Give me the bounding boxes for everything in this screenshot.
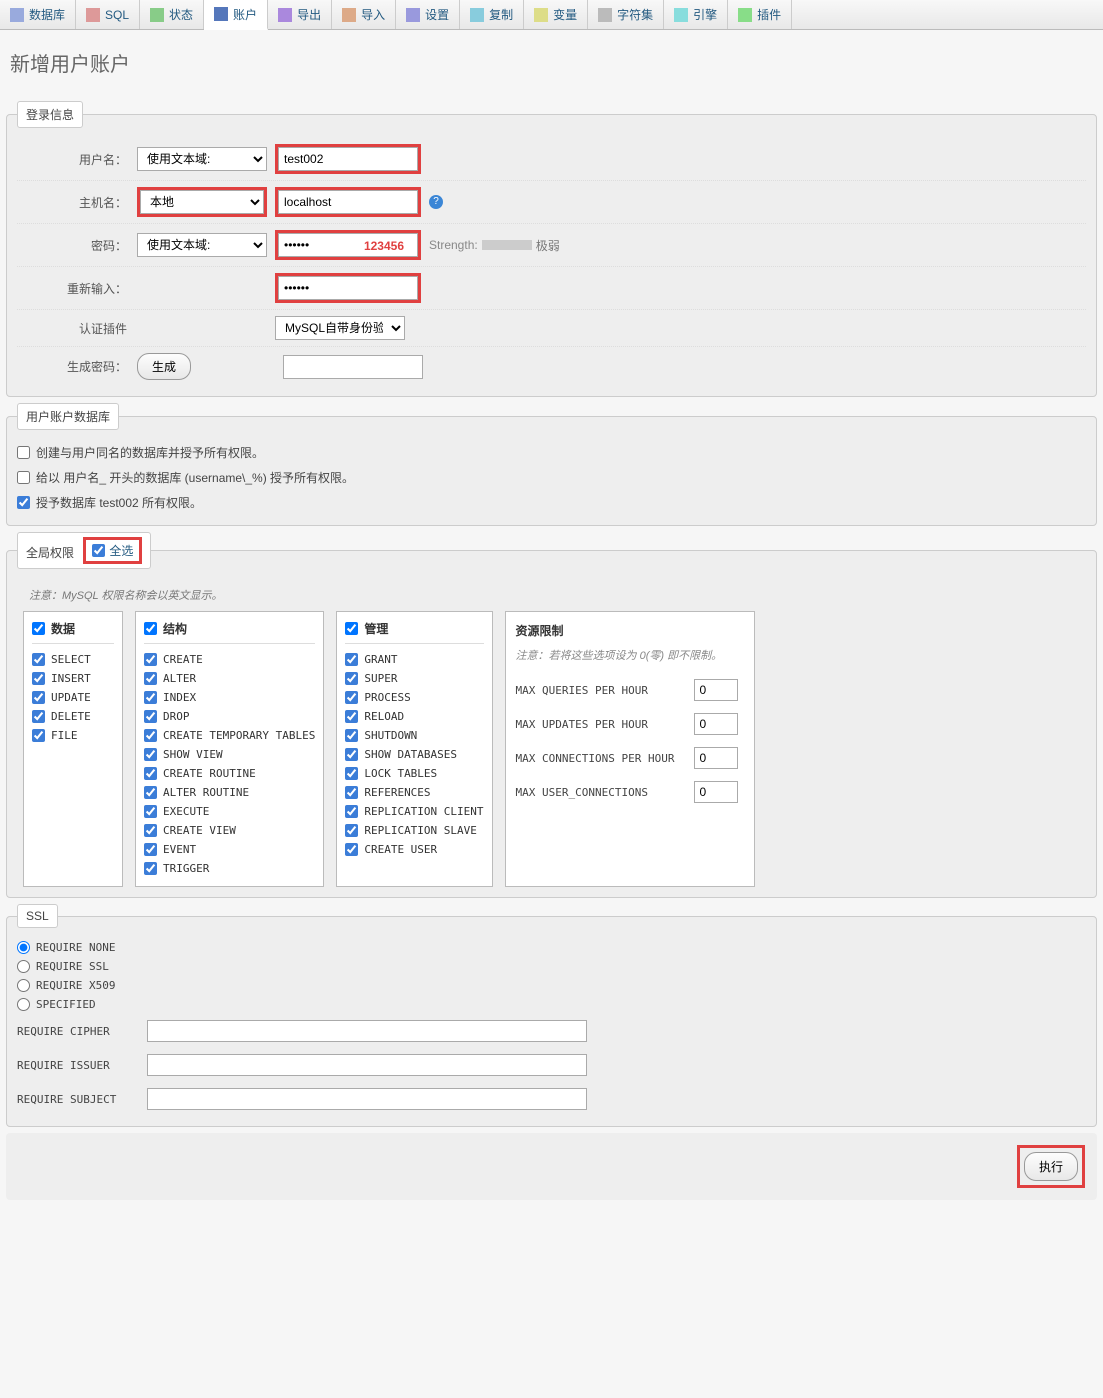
exec-highlight: 执行	[1017, 1145, 1085, 1188]
username-input[interactable]	[278, 147, 418, 171]
priv-execute[interactable]: EXECUTE	[144, 802, 315, 821]
priv-grant[interactable]: GRANT	[345, 650, 483, 669]
priv-lock-tables[interactable]: LOCK TABLES	[345, 764, 483, 783]
priv-index[interactable]: INDEX	[144, 688, 315, 707]
db-opt1[interactable]: 创建与用户同名的数据库并授予所有权限。	[17, 440, 1086, 465]
priv-alter[interactable]: ALTER	[144, 669, 315, 688]
ssl-radio-3[interactable]: SPECIFIED	[17, 995, 1086, 1014]
password-mode-select[interactable]: 使用文本域:	[137, 233, 267, 257]
tab-账户[interactable]: 账户	[204, 0, 268, 30]
priv-update[interactable]: UPDATE	[32, 688, 114, 707]
db-opt2[interactable]: 给以 用户名_ 开头的数据库 (username\_%) 授予所有权限。	[17, 465, 1086, 490]
priv-select[interactable]: SELECT	[32, 650, 114, 669]
ssl-radio-1[interactable]: REQUIRE SSL	[17, 957, 1086, 976]
top-tabs: 数据库SQL状态账户导出导入设置复制变量字符集引擎插件	[0, 0, 1103, 30]
priv-create-temporary-tables[interactable]: CREATE TEMPORARY TABLES	[144, 726, 315, 745]
host-label: 主机名：	[17, 194, 137, 211]
tab-状态[interactable]: 状态	[140, 0, 204, 29]
password-label: 密码：	[17, 237, 137, 254]
priv-references[interactable]: REFERENCES	[345, 783, 483, 802]
ssl-fieldset: SSL REQUIRE NONEREQUIRE SSLREQUIRE X509S…	[6, 904, 1097, 1127]
auth-select[interactable]: MySQL自带身份验证	[275, 316, 405, 340]
priv-show-view[interactable]: SHOW VIEW	[144, 745, 315, 764]
db-legend: 用户账户数据库	[17, 403, 119, 430]
priv-note: 注意：MySQL 权限名称会以英文显示。	[17, 579, 1086, 611]
login-legend: 登录信息	[17, 101, 83, 128]
priv-replication-client[interactable]: REPLICATION CLIENT	[345, 802, 483, 821]
ssl-require-cipher: REQUIRE CIPHER	[17, 1014, 1086, 1048]
ssl-require-subject: REQUIRE SUBJECT	[17, 1082, 1086, 1116]
priv-process[interactable]: PROCESS	[345, 688, 483, 707]
page-title: 新增用户账户	[0, 30, 1103, 95]
tab-设置[interactable]: 设置	[396, 0, 460, 29]
generated-password-input[interactable]	[283, 355, 423, 379]
priv-event[interactable]: EVENT	[144, 840, 315, 859]
ssl-radio-2[interactable]: REQUIRE X509	[17, 976, 1086, 995]
username-mode-select[interactable]: 使用文本域:	[137, 147, 267, 171]
ssl-radio-0[interactable]: REQUIRE NONE	[17, 938, 1086, 957]
password-input[interactable]	[278, 233, 418, 257]
res-max-connections-per-hour: MAX CONNECTIONS PER HOUR	[516, 741, 744, 775]
priv-create-user[interactable]: CREATE USER	[345, 840, 483, 859]
strength-label: Strength:	[429, 238, 478, 252]
priv-trigger[interactable]: TRIGGER	[144, 859, 315, 878]
strength-bar	[482, 240, 532, 250]
tab-插件[interactable]: 插件	[728, 0, 792, 29]
gen-label: 生成密码：	[17, 358, 137, 375]
select-all-checkbox[interactable]: 全选	[83, 537, 142, 564]
priv-replication-slave[interactable]: REPLICATION SLAVE	[345, 821, 483, 840]
footer-bar: 执行	[6, 1133, 1097, 1200]
tab-变量[interactable]: 变量	[524, 0, 588, 29]
strength-text: 极弱	[536, 237, 560, 254]
username-label: 用户名：	[17, 151, 137, 168]
tab-SQL[interactable]: SQL	[76, 0, 140, 29]
priv-insert[interactable]: INSERT	[32, 669, 114, 688]
retype-highlight	[275, 273, 421, 303]
db-fieldset: 用户账户数据库 创建与用户同名的数据库并授予所有权限。 给以 用户名_ 开头的数…	[6, 403, 1097, 526]
tab-字符集[interactable]: 字符集	[588, 0, 664, 29]
password-highlight: 123456	[275, 230, 421, 260]
res-max-user_connections: MAX USER_CONNECTIONS	[516, 775, 744, 809]
priv-create[interactable]: CREATE	[144, 650, 315, 669]
username-highlight	[275, 144, 421, 174]
res-max-updates-per-hour: MAX UPDATES PER HOUR	[516, 707, 744, 741]
auth-label: 认证插件	[17, 320, 137, 337]
global-legend: 全局权限 全选	[17, 532, 151, 569]
res-max-queries-per-hour: MAX QUERIES PER HOUR	[516, 673, 744, 707]
priv-show-databases[interactable]: SHOW DATABASES	[345, 745, 483, 764]
db-opt3[interactable]: 授予数据库 test002 所有权限。	[17, 490, 1086, 515]
priv-col-struct: 结构CREATEALTERINDEXDROPCREATE TEMPORARY T…	[135, 611, 324, 887]
priv-reload[interactable]: RELOAD	[345, 707, 483, 726]
priv-create-view[interactable]: CREATE VIEW	[144, 821, 315, 840]
global-fieldset: 全局权限 全选 注意：MySQL 权限名称会以英文显示。 数据SELECTINS…	[6, 532, 1097, 898]
priv-col-data: 数据SELECTINSERTUPDATEDELETEFILE	[23, 611, 123, 887]
login-fieldset: 登录信息 用户名： 使用文本域: 主机名： 本地 ? 密码： 使用文本域: 12…	[6, 101, 1097, 397]
ssl-require-issuer: REQUIRE ISSUER	[17, 1048, 1086, 1082]
tab-引擎[interactable]: 引擎	[664, 0, 728, 29]
priv-file[interactable]: FILE	[32, 726, 114, 745]
resource-limits-box: 资源限制注意：若将这些选项设为 0(零) 即不限制。MAX QUERIES PE…	[505, 611, 755, 887]
generate-button[interactable]: 生成	[137, 353, 191, 380]
priv-super[interactable]: SUPER	[345, 669, 483, 688]
priv-col-admin: 管理GRANTSUPERPROCESSRELOADSHUTDOWNSHOW DA…	[336, 611, 492, 887]
priv-alter-routine[interactable]: ALTER ROUTINE	[144, 783, 315, 802]
execute-button[interactable]: 执行	[1024, 1152, 1078, 1181]
tab-导入[interactable]: 导入	[332, 0, 396, 29]
ssl-legend: SSL	[17, 904, 58, 928]
priv-drop[interactable]: DROP	[144, 707, 315, 726]
retype-input[interactable]	[278, 276, 418, 300]
tab-导出[interactable]: 导出	[268, 0, 332, 29]
tab-复制[interactable]: 复制	[460, 0, 524, 29]
priv-shutdown[interactable]: SHUTDOWN	[345, 726, 483, 745]
host-mode-select[interactable]: 本地	[140, 190, 264, 214]
host-input[interactable]	[278, 190, 418, 214]
help-icon[interactable]: ?	[429, 195, 443, 209]
retype-label: 重新输入：	[17, 280, 137, 297]
priv-create-routine[interactable]: CREATE ROUTINE	[144, 764, 315, 783]
host-mode-highlight: 本地	[137, 187, 267, 217]
priv-delete[interactable]: DELETE	[32, 707, 114, 726]
tab-数据库[interactable]: 数据库	[0, 0, 76, 29]
host-highlight	[275, 187, 421, 217]
